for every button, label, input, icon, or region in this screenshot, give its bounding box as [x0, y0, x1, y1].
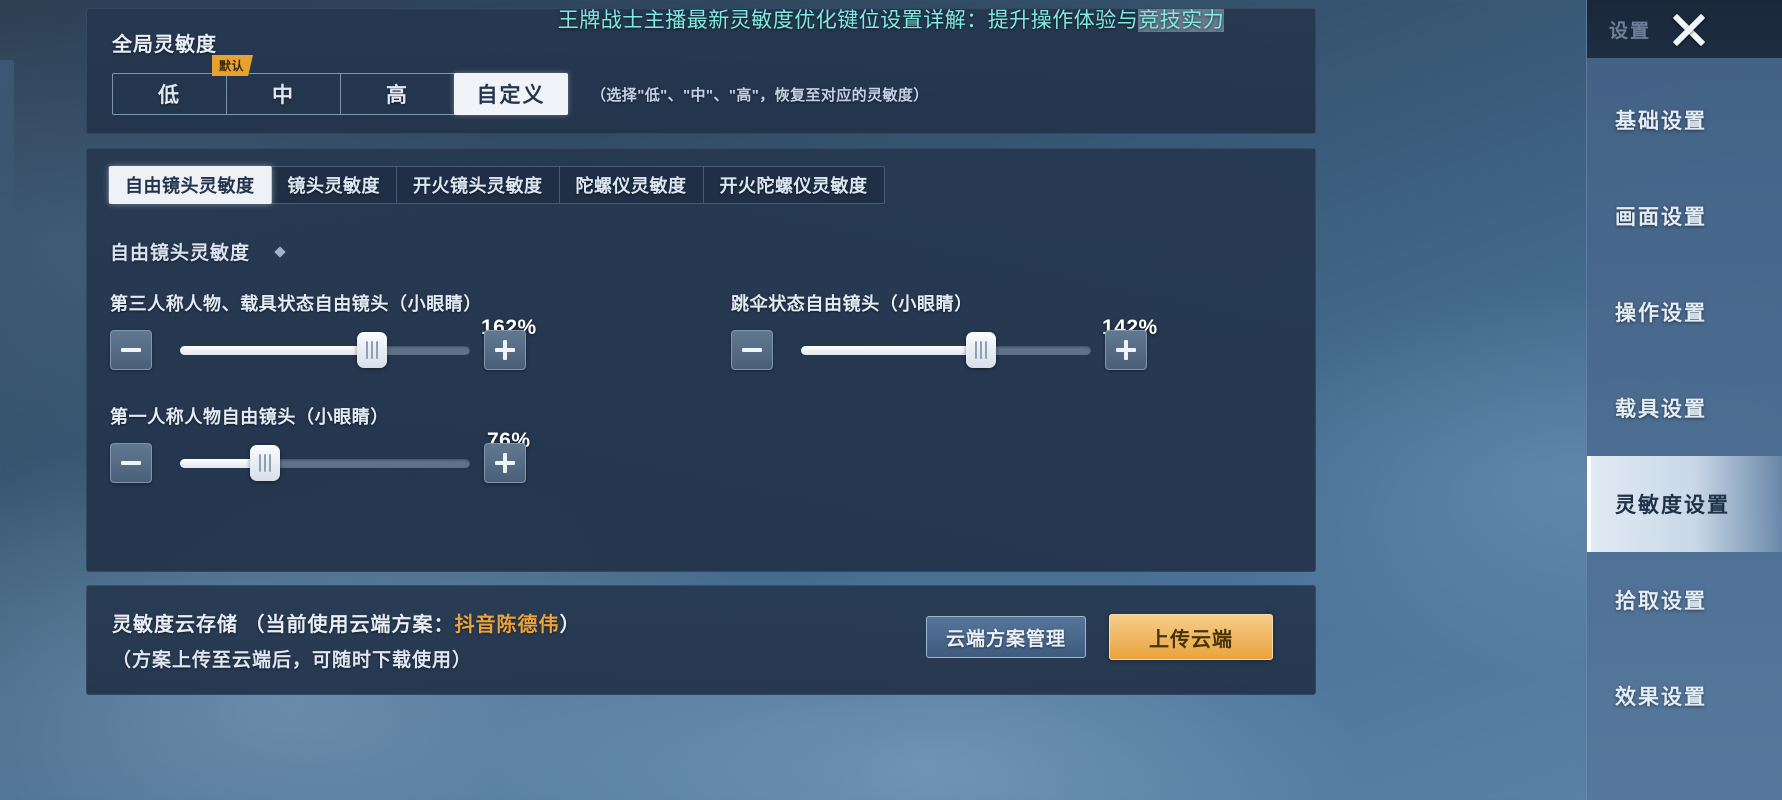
decrease-button-third-person[interactable]: [110, 330, 152, 370]
global-sensitivity-segmented-control[interactable]: 低 中 高 自定义: [112, 73, 568, 115]
increase-button-parachute[interactable]: [1105, 330, 1147, 370]
sensitivity-tab-bar[interactable]: 自由镜头灵敏度 镜头灵敏度 开火镜头灵敏度 陀螺仪灵敏度 开火陀螺仪灵敏度: [108, 166, 885, 204]
settings-main-content: 全局灵敏度 低 中 高 自定义 默认 （选择"低"、"中"、"高"，恢复至对应的…: [86, 0, 1496, 800]
sensitivity-option-low[interactable]: 低: [113, 74, 227, 114]
sidebar-item-display-settings[interactable]: 画面设置: [1587, 168, 1782, 264]
decrease-button-parachute[interactable]: [731, 330, 773, 370]
cloud-storage-title: 灵敏度云存储 （当前使用云端方案：抖音陈德伟）: [112, 608, 581, 637]
sidebar-item-sensitivity-settings[interactable]: 灵敏度设置: [1587, 456, 1782, 552]
slider-knob-first-person[interactable]: [250, 445, 280, 481]
slider-label-parachute: 跳伞状态自由镜头（小眼睛）: [731, 294, 973, 314]
tab-fire-camera-sensitivity[interactable]: 开火镜头灵敏度: [397, 167, 560, 203]
sensitivity-option-medium[interactable]: 中: [227, 74, 341, 114]
tab-free-camera-sensitivity[interactable]: 自由镜头灵敏度: [109, 166, 272, 204]
settings-sidebar: 设置 基础设置 画面设置 操作设置 载具设置 灵敏度设置 拾取设置 效果设置: [1586, 0, 1782, 800]
cloud-storage-panel: 灵敏度云存储 （当前使用云端方案：抖音陈德伟） （方案上传至云端后，可随时下载使…: [86, 585, 1316, 695]
tab-camera-sensitivity[interactable]: 镜头灵敏度: [272, 167, 397, 203]
sidebar-item-effects-settings[interactable]: 效果设置: [1587, 648, 1782, 744]
slider-label-third-person: 第三人称人物、载具状态自由镜头（小眼睛）: [110, 294, 482, 314]
slider-fill-parachute: [801, 346, 981, 355]
increase-button-first-person[interactable]: [484, 443, 526, 483]
diamond-bullet-icon: [274, 246, 286, 258]
sensitivity-option-custom[interactable]: 自定义: [454, 73, 568, 115]
global-sensitivity-title: 全局灵敏度: [112, 34, 217, 56]
slider-label-first-person: 第一人称人物自由镜头（小眼睛）: [110, 407, 389, 427]
default-badge: 默认: [212, 55, 254, 76]
sidebar-header: 设置: [1587, 0, 1782, 58]
sensitivity-option-high[interactable]: 高: [341, 74, 455, 114]
left-edge-sliver: [0, 60, 14, 220]
sidebar-title: 设置: [1609, 20, 1652, 42]
slider-knob-third-person[interactable]: [357, 332, 387, 368]
sidebar-item-control-settings[interactable]: 操作设置: [1587, 264, 1782, 360]
slider-knob-parachute[interactable]: [966, 332, 996, 368]
close-icon[interactable]: [1667, 8, 1711, 52]
slider-track-third-person[interactable]: [180, 346, 470, 355]
sidebar-item-vehicle-settings[interactable]: 载具设置: [1587, 360, 1782, 456]
sidebar-item-basic-settings[interactable]: 基础设置: [1587, 72, 1782, 168]
global-sensitivity-panel: 全局灵敏度 低 中 高 自定义 默认 （选择"低"、"中"、"高"，恢复至对应的…: [86, 8, 1316, 134]
decrease-button-first-person[interactable]: [110, 443, 152, 483]
sidebar-item-pickup-settings[interactable]: 拾取设置: [1587, 552, 1782, 648]
section-heading-free-camera: 自由镜头灵敏度: [110, 243, 251, 264]
global-sensitivity-note: （选择"低"、"中"、"高"，恢复至对应的灵敏度）: [591, 87, 929, 104]
cloud-storage-title-prefix: 灵敏度云存储 （当前使用云端方案：: [112, 614, 455, 636]
sensitivity-sliders-panel: 自由镜头灵敏度 镜头灵敏度 开火镜头灵敏度 陀螺仪灵敏度 开火陀螺仪灵敏度 自由…: [86, 148, 1316, 572]
tab-gyroscope-sensitivity[interactable]: 陀螺仪灵敏度: [560, 167, 704, 203]
slider-track-first-person[interactable]: [180, 459, 470, 468]
tab-fire-gyroscope-sensitivity[interactable]: 开火陀螺仪灵敏度: [704, 167, 884, 203]
cloud-storage-title-suffix: ）: [559, 614, 581, 636]
increase-button-third-person[interactable]: [484, 330, 526, 370]
cloud-storage-hint: （方案上传至云端后，可随时下载使用）: [112, 650, 473, 671]
slider-track-parachute[interactable]: [801, 346, 1091, 355]
cloud-plan-manage-button[interactable]: 云端方案管理: [926, 616, 1086, 658]
cloud-upload-button[interactable]: 上传云端: [1109, 614, 1273, 660]
cloud-plan-name: 抖音陈德伟: [454, 614, 560, 636]
slider-fill-third-person: [180, 346, 372, 355]
